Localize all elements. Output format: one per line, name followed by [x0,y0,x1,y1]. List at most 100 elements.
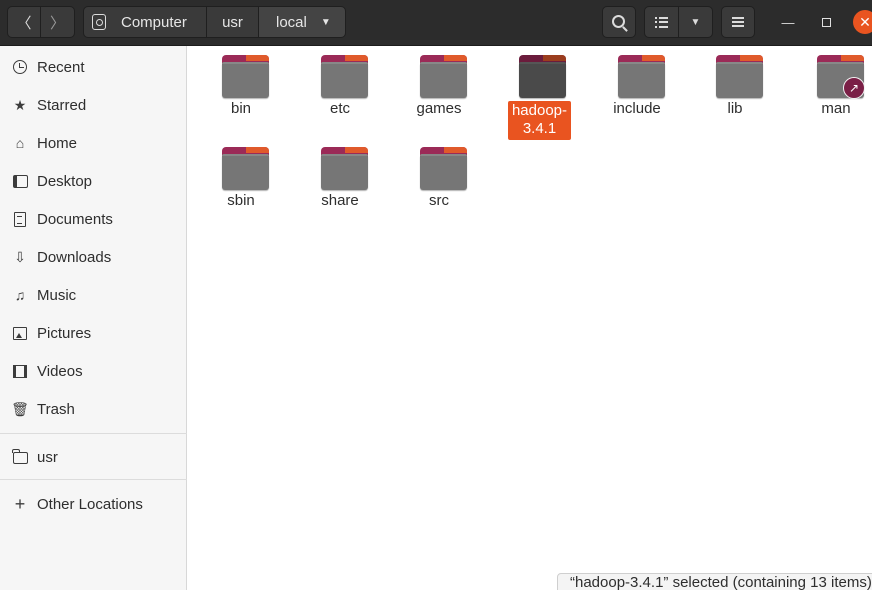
video-icon [12,364,28,378]
sidebar-item-home[interactable]: ⌂ Home [0,125,187,161]
folder-icon [716,55,763,98]
sidebar-item-usr[interactable]: usr [0,439,187,475]
breadcrumb-label: usr [222,13,243,31]
folder-icon [12,449,28,464]
disk-icon [92,14,106,30]
folder-label: man [821,100,851,117]
sidebar-item-label: Starred [37,96,87,114]
folder-item-etc[interactable]: etc [291,46,389,136]
sidebar-item-label: Downloads [37,248,112,266]
star-icon: ★ [13,96,27,113]
sidebar-item-videos[interactable]: Videos [0,353,187,389]
folder-label: sbin [227,192,255,209]
sidebar-item-label: Home [37,134,78,152]
desktop-icon [12,174,28,188]
folder-item-include[interactable]: include [588,46,686,136]
folder-label-line: 3.4.1 [522,120,557,137]
sidebar-item-label: Other Locations [37,495,143,513]
folder-icon [519,55,566,98]
folder-label: bin [230,100,252,117]
forward-button[interactable]: 〉 [40,6,75,38]
folder-item-lib[interactable]: lib [686,46,784,136]
breadcrumb-computer[interactable]: Computer [83,6,207,38]
folder-label-line: hadoop- [511,102,568,119]
header-bar: 〈 〉 Computer usr local ▼ ▼ — ✕ [0,0,872,46]
folder-icon [222,147,269,190]
folder-item-sbin[interactable]: sbin [192,138,290,228]
folder-label: src [429,192,449,209]
sidebar-item-documents[interactable]: Documents [0,201,187,237]
sidebar-item-trash[interactable]: 🗑 Trash [0,391,187,427]
dropdown-arrow-icon: ▼ [320,16,331,28]
sidebar: Recent ★ Starred ⌂ Home Desktop Document… [0,46,187,590]
list-view-icon [655,16,668,28]
folder-label: games [416,100,462,117]
download-icon: ⇩ [14,248,26,265]
minimize-icon: — [781,14,795,30]
folder-item-share[interactable]: share [291,138,389,228]
picture-icon [12,326,28,340]
folder-item-games[interactable]: games [390,46,488,136]
folder-icon [618,55,665,98]
close-button[interactable]: ✕ [853,10,872,34]
sidebar-divider [0,433,187,434]
folder-label: share [321,192,359,209]
search-icon [611,14,625,28]
search-button[interactable] [602,6,636,38]
selection-status: “hadoop-3.4.1” selected (containing 13 i… [557,573,872,590]
sidebar-item-label: usr [37,448,58,466]
sidebar-item-desktop[interactable]: Desktop [0,163,187,199]
sidebar-item-other-locations[interactable]: + Other Locations [0,486,187,522]
folder-icon [321,55,368,98]
maximize-icon [821,17,831,27]
sidebar-item-label: Videos [37,362,83,380]
sidebar-item-pictures[interactable]: Pictures [0,315,187,351]
sidebar-item-label: Trash [37,400,75,418]
breadcrumb-usr[interactable]: usr [206,6,259,38]
folder-icon [222,55,269,98]
folder-label: lib [727,100,743,117]
clock-icon [12,60,28,74]
sidebar-item-downloads[interactable]: ⇩ Downloads [0,239,187,275]
sidebar-item-label: Documents [37,210,113,228]
folder-label-selected: hadoop- 3.4.1 [508,101,571,140]
folder-item-src[interactable]: src [390,138,488,228]
chevron-right-icon: 〉 [49,14,65,32]
sidebar-item-label: Recent [37,58,85,76]
music-icon: ♫ [14,287,26,303]
sidebar-item-label: Music [37,286,77,304]
maximize-button[interactable] [814,10,838,34]
back-button[interactable]: 〈 [7,6,41,38]
sidebar-item-label: Pictures [37,324,92,342]
folder-icon [420,147,467,190]
breadcrumb-label: Computer [121,13,187,31]
folder-icon [420,55,467,98]
trash-icon: 🗑 [11,400,29,417]
home-icon: ⌂ [15,135,25,151]
minimize-button[interactable]: — [776,10,800,34]
document-icon [12,211,28,227]
sidebar-item-recent[interactable]: Recent [0,49,187,85]
folder-icon [321,147,368,190]
folder-item-hadoop[interactable]: hadoop- 3.4.1 [489,46,587,140]
menu-button[interactable] [721,6,755,38]
breadcrumb-local[interactable]: local ▼ [258,6,346,38]
plus-icon: + [14,493,26,514]
symlink-arrow-icon: ↗ [843,77,865,99]
sidebar-item-music[interactable]: ♫ Music [0,277,187,313]
folder-label: include [613,100,661,117]
view-toggle-button[interactable] [644,6,679,38]
breadcrumb: Computer usr local ▼ [83,6,346,38]
folder-item-man[interactable]: ↗ man [787,46,872,136]
chevron-left-icon: 〈 [16,14,32,32]
file-grid: bin etc games hadoop- 3.4.1 include lib … [188,46,872,590]
view-options-button[interactable]: ▼ [678,6,713,38]
hamburger-icon [732,17,744,27]
folder-label: etc [329,100,350,117]
sidebar-divider [0,479,187,480]
sidebar-item-label: Desktop [37,172,93,190]
close-icon: ✕ [859,13,871,30]
sidebar-item-starred[interactable]: ★ Starred [0,87,187,123]
chevron-down-icon: ▼ [690,16,701,28]
folder-item-bin[interactable]: bin [192,46,290,136]
